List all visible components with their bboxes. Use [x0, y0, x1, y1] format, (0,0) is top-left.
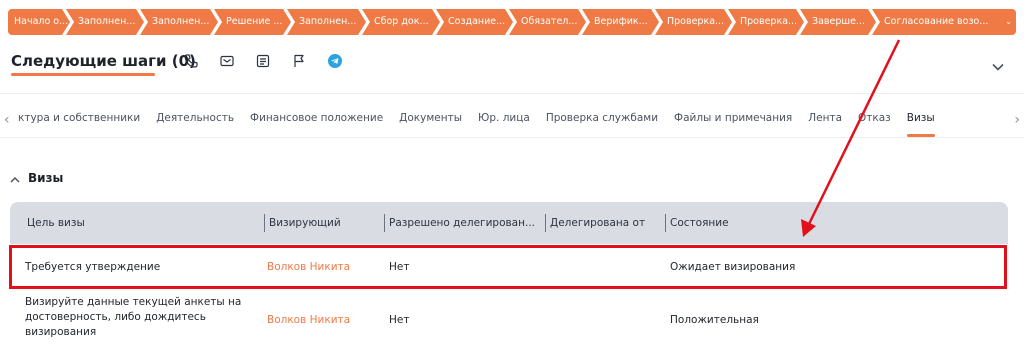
divider [0, 93, 1024, 94]
stage-item[interactable]: Обязател... [509, 9, 586, 35]
stage-label: Согласование возо... [884, 16, 989, 27]
next-steps-underline [11, 73, 155, 76]
stage-label: Обязател... [521, 16, 578, 27]
column-separator[interactable] [665, 214, 666, 232]
stage-label: Создание... [448, 16, 506, 27]
column-header[interactable]: Визирующий [269, 202, 341, 244]
stage-label: Заполнен... [152, 16, 210, 27]
tab-structure[interactable]: ктура и собственники [18, 103, 148, 137]
visa-purpose: Визируйте данные текущей анкеты на досто… [25, 296, 242, 338]
chevron-left-icon[interactable]: ‹ [4, 112, 10, 128]
chevron-up-icon[interactable] [10, 168, 20, 187]
tab-activity[interactable]: Деятельность [148, 103, 242, 137]
stage-item[interactable]: Заверше... [800, 9, 876, 35]
stage-item[interactable]: Заполнен... [287, 9, 366, 35]
stage-item[interactable]: Создание... [436, 9, 513, 35]
stage-label: Заполнен... [299, 16, 357, 27]
stage-item[interactable]: Проверка... [728, 9, 804, 35]
stage-label: Проверка... [740, 16, 798, 27]
stage-label: Верифик... [594, 16, 648, 27]
approver-link[interactable]: Волков Никита [267, 313, 350, 328]
stage-label: Решение ... [226, 16, 283, 27]
phone-icon[interactable] [182, 52, 200, 70]
stage-label: Проверка... [667, 16, 725, 27]
tab-legal-entities[interactable]: Юр. лица [470, 103, 538, 137]
stage-item[interactable]: Согласование возо... ⌄ [872, 9, 1016, 35]
divider [0, 137, 1024, 138]
stage-label: Начало о... [14, 16, 69, 27]
visa-status: Положительная [670, 314, 759, 326]
telegram-icon[interactable] [326, 52, 344, 70]
chevron-down-icon[interactable] [992, 56, 1004, 75]
next-steps-title[interactable]: Следующие шаги (0) [11, 52, 196, 70]
next-steps-actions [182, 52, 344, 70]
column-separator[interactable] [384, 214, 385, 232]
section-title: Визы [28, 170, 64, 185]
tab-bar: ‹ ктура и собственники Деятельность Фина… [0, 103, 1024, 137]
stage-label: Сбор док... [374, 16, 429, 27]
column-header[interactable]: Разрешено делегирован... [389, 202, 535, 244]
tab-files-notes[interactable]: Файлы и примечания [666, 103, 800, 137]
delegation-allowed: Нет [389, 314, 410, 326]
chevron-right-icon[interactable]: › [1014, 112, 1020, 128]
tab-documents[interactable]: Документы [391, 103, 470, 137]
table-row[interactable]: Визируйте данные текущей анкеты на досто… [10, 289, 1008, 351]
tab-financial[interactable]: Финансовое положение [242, 103, 391, 137]
stage-item[interactable]: Решение ... [214, 9, 291, 35]
stage-item[interactable]: Проверка... [655, 9, 732, 35]
annotation-highlight-box [9, 245, 1007, 289]
flag-icon[interactable] [290, 52, 308, 70]
column-separator[interactable] [264, 214, 265, 232]
stage-item[interactable]: Заполнен... [140, 9, 218, 35]
stage-item[interactable]: Начало о... [8, 9, 70, 35]
tab-visas[interactable]: Визы [899, 103, 943, 137]
stage-progress-bar: Начало о... Заполнен... Заполнен... Реше… [8, 9, 1022, 35]
stage-label: Заверше... [812, 16, 865, 27]
tab-refusal[interactable]: Отказ [850, 103, 899, 137]
column-header[interactable]: Состояние [670, 202, 729, 244]
tab-feed[interactable]: Лента [800, 103, 850, 137]
mail-icon[interactable] [218, 52, 236, 70]
column-separator[interactable] [545, 214, 546, 232]
column-header[interactable]: Делегирована от [550, 202, 645, 244]
stage-label: Заполнен... [78, 16, 136, 27]
chevron-down-icon[interactable]: ⌄ [1005, 9, 1012, 35]
section-header[interactable]: Визы [10, 168, 63, 187]
tab-service-check[interactable]: Проверка службами [538, 103, 666, 137]
stage-item[interactable]: Сбор док... [362, 9, 440, 35]
document-icon[interactable] [254, 52, 272, 70]
stage-item[interactable]: Заполнен... [66, 9, 144, 35]
table-header: Цель визы Визирующий Разрешено делегиров… [10, 202, 1008, 244]
column-header[interactable]: Цель визы [27, 202, 85, 244]
stage-item[interactable]: Верифик... [582, 9, 659, 35]
